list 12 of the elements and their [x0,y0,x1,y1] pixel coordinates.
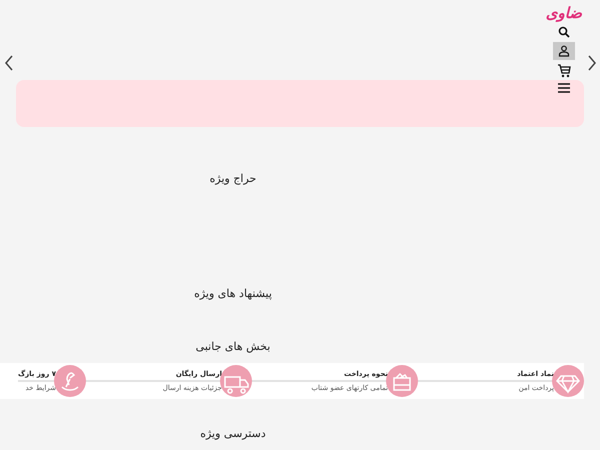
section-heading: بخش های جانبی [194,340,272,353]
section-heading: حراج ویژه [208,172,258,185]
section-heading: پیشنهاد های ویژه [193,287,273,300]
search-icon[interactable] [558,26,570,38]
menu-icon[interactable] [558,82,570,94]
logo[interactable]: ضاوی [546,4,582,22]
user-icon [558,45,570,57]
cart-icon[interactable] [556,64,571,78]
chevron-left-icon[interactable] [4,55,14,71]
user-button[interactable] [552,42,575,60]
chevron-right-icon[interactable] [587,55,597,71]
section-heading: دسترسی ویژه [199,427,267,440]
